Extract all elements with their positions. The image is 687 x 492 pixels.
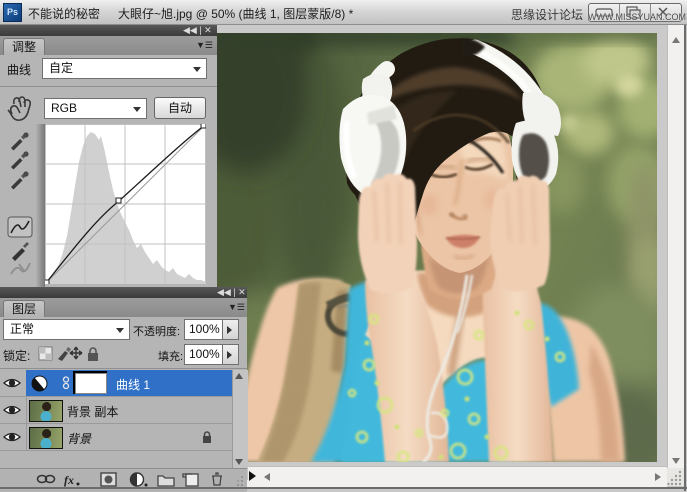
svg-text:fx: fx (64, 473, 74, 487)
